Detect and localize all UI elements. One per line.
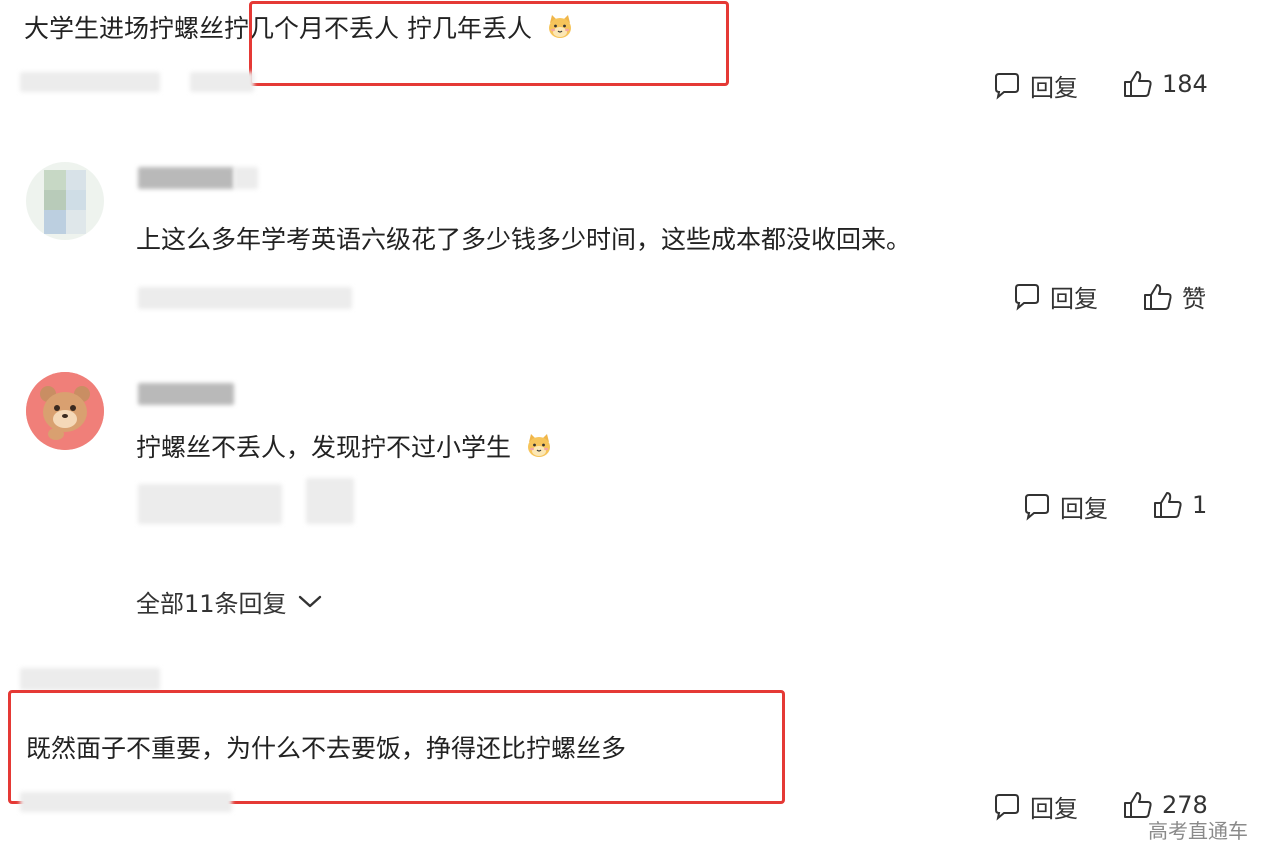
avatar[interactable] (26, 162, 104, 240)
reply-label: 回复 (1030, 795, 1078, 823)
bear-avatar-icon (26, 372, 104, 450)
like-button-2[interactable]: 赞 (1142, 279, 1206, 314)
comment-icon (1012, 282, 1042, 312)
like-count: 1 (1192, 491, 1208, 519)
blurred-meta-1b (190, 72, 254, 92)
blurred-meta-4 (20, 792, 232, 812)
like-button-3[interactable]: 1 (1152, 489, 1207, 521)
like-label: 赞 (1182, 285, 1206, 313)
watermark: 高考直通车 (1148, 819, 1248, 843)
comment-icon (992, 792, 1022, 822)
comment-3-text: 拧螺丝不丢人，发现拧不过小学生 (136, 433, 512, 462)
chevron-down-icon (297, 588, 323, 616)
blurred-meta-2 (138, 287, 352, 309)
blurred-meta-1 (20, 72, 160, 92)
comment-icon (992, 71, 1022, 101)
like-button-1[interactable]: 184 (1122, 68, 1208, 100)
reply-button-3[interactable]: 回复 (1022, 489, 1108, 524)
blurred-username-3 (138, 383, 234, 405)
blurred-username-4 (20, 668, 160, 690)
reply-label: 回复 (1060, 495, 1108, 523)
blurred-username-2b (234, 167, 258, 189)
avatar[interactable] (26, 372, 104, 450)
expand-replies-label: 全部11条回复 (136, 590, 287, 618)
blurred-username-2 (138, 167, 234, 189)
comment-icon (1022, 492, 1052, 522)
reply-label: 回复 (1050, 285, 1098, 313)
thumbs-up-icon (1142, 281, 1174, 313)
cat-emoji-icon (525, 432, 553, 460)
thumbs-up-icon (1122, 68, 1154, 100)
comment-2-text: 上这么多年学考英语六级花了多少钱多少时间，这些成本都没收回来。 (136, 225, 912, 254)
reply-button-1[interactable]: 回复 (992, 68, 1078, 103)
expand-replies-button[interactable]: 全部11条回复 (136, 584, 323, 619)
like-count: 184 (1162, 70, 1208, 98)
comment-1-text: 大学生进场拧螺丝 (24, 14, 225, 43)
reply-label: 回复 (1030, 74, 1078, 102)
blurred-meta-3b (306, 478, 354, 524)
highlight-box-1 (249, 1, 729, 86)
reply-button-4[interactable]: 回复 (992, 789, 1078, 824)
blurred-meta-3 (138, 484, 282, 524)
comment-4-text: 既然面子不重要，为什么不去要饭，挣得还比拧螺丝多 (26, 734, 627, 763)
reply-button-2[interactable]: 回复 (1012, 279, 1098, 314)
thumbs-up-icon (1152, 489, 1184, 521)
